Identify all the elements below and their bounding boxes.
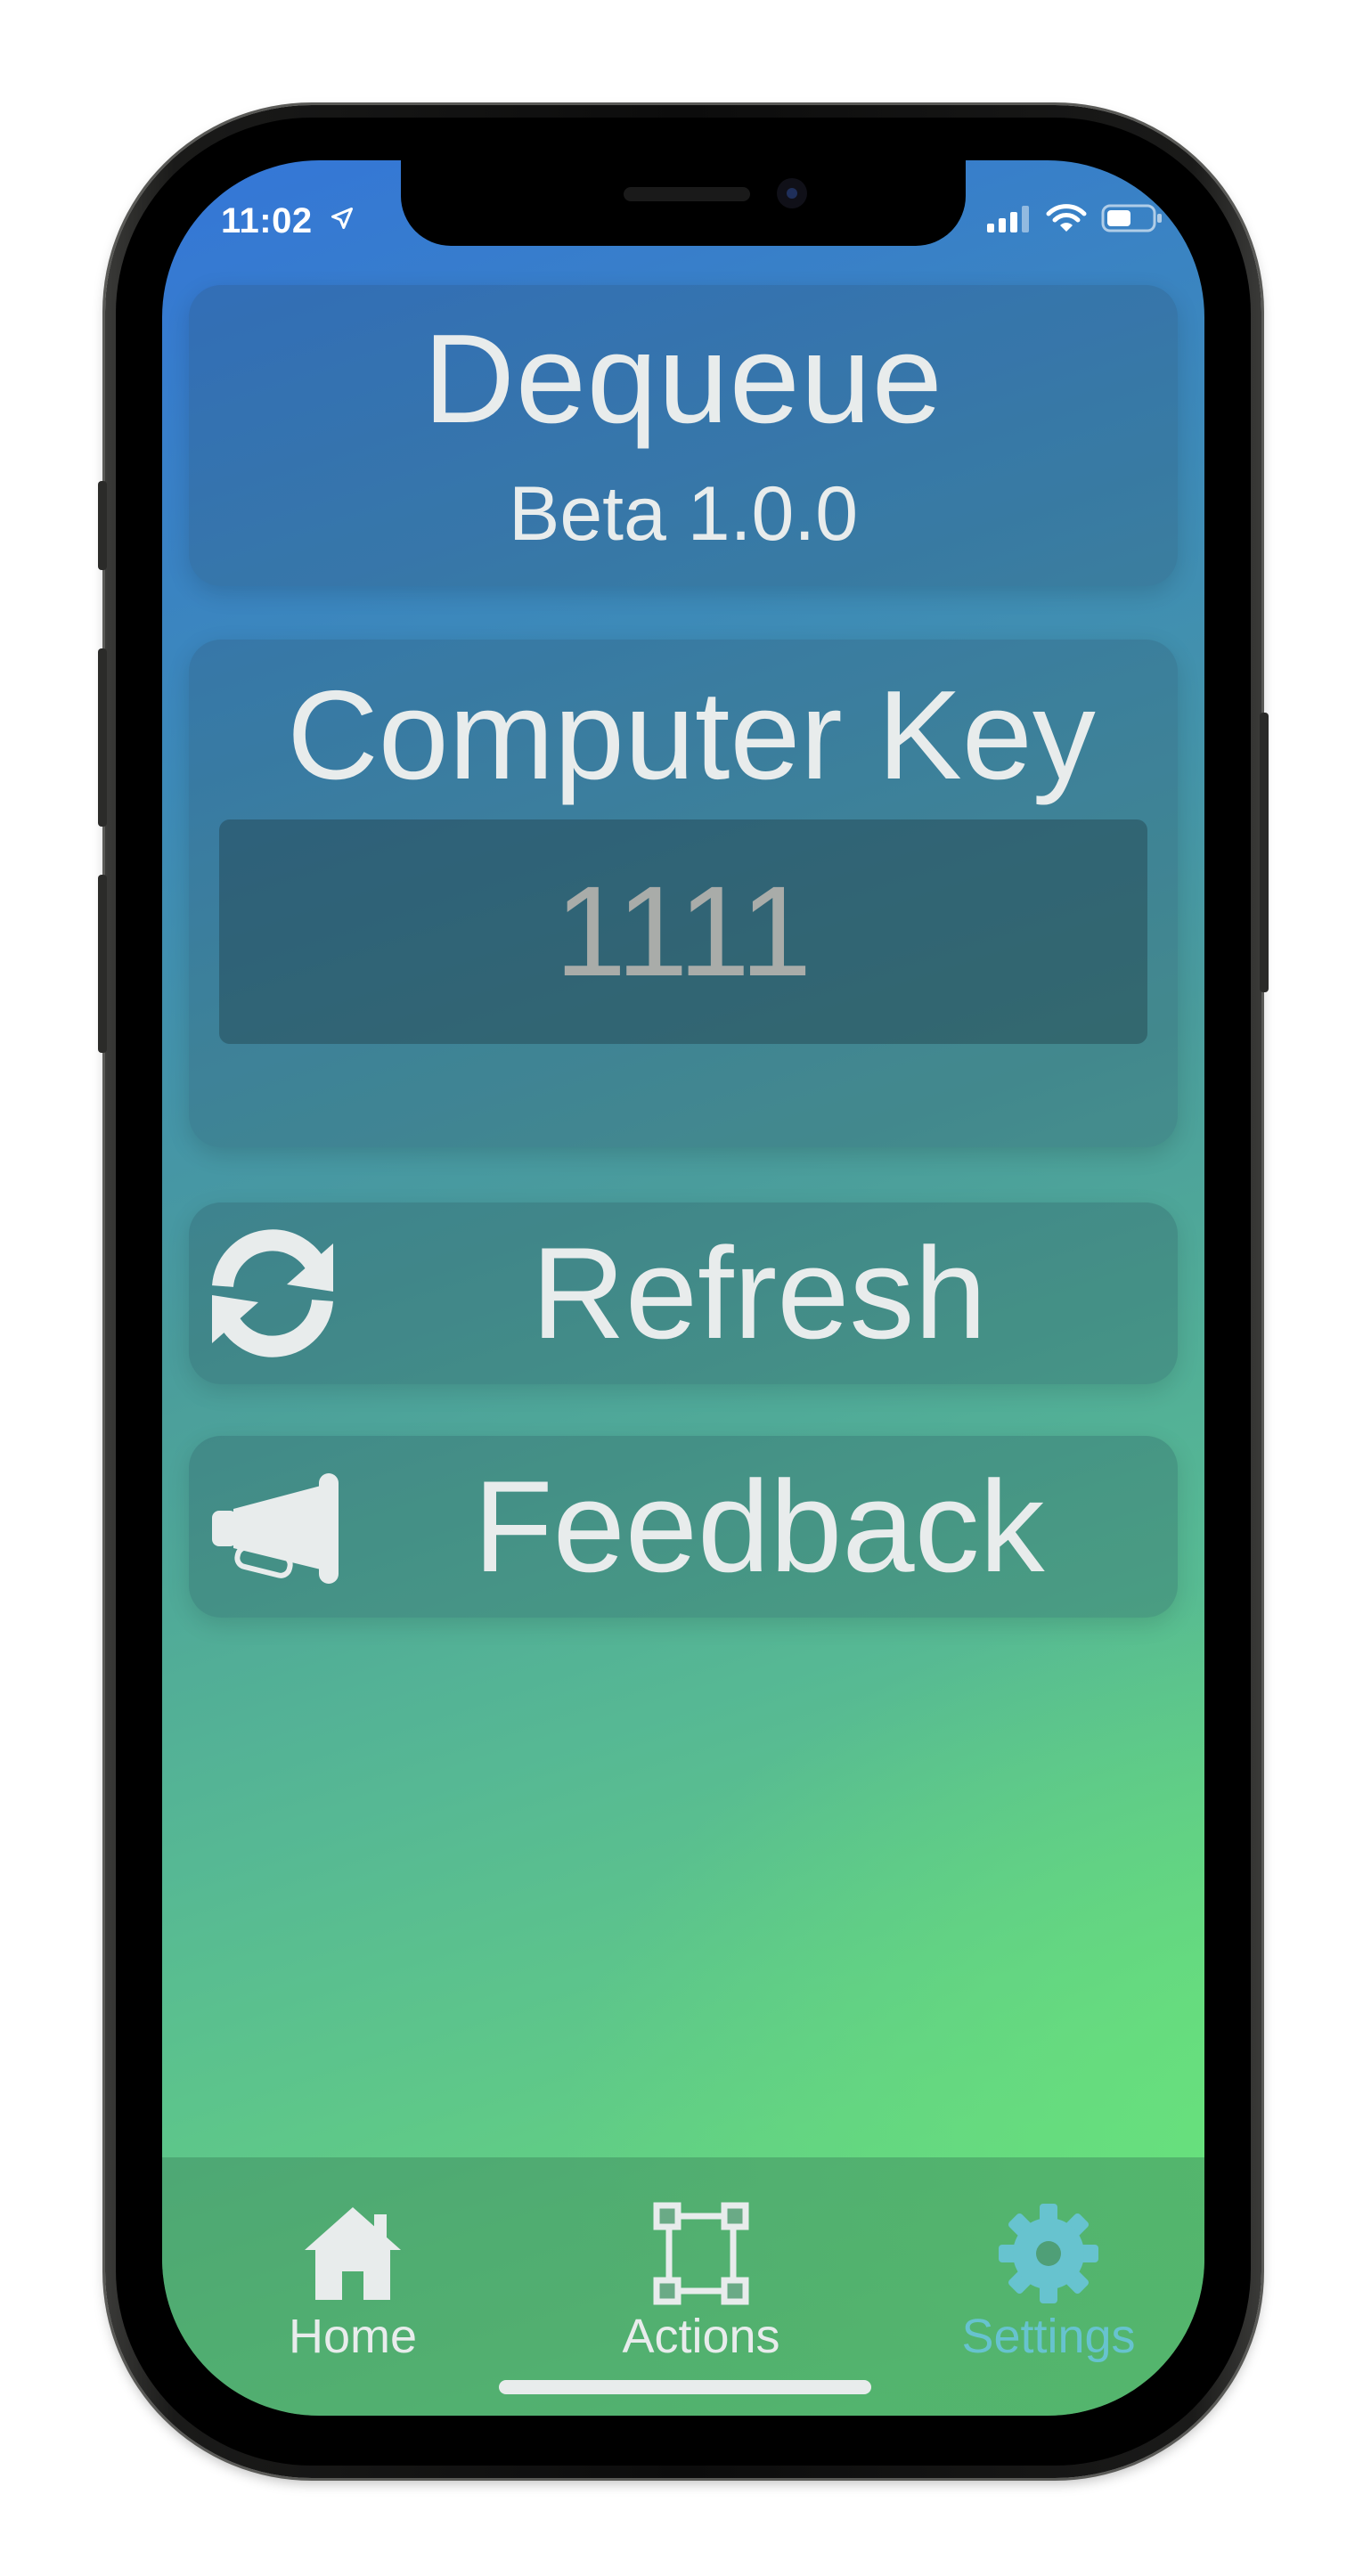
- tab-home[interactable]: Home: [246, 2200, 460, 2378]
- tab-settings[interactable]: Settings: [942, 2200, 1155, 2378]
- refresh-label: Refresh: [531, 1220, 987, 1365]
- screen: 11:02 Dequeue Beta 1.0.0 Computer Key 11…: [162, 160, 1204, 2416]
- front-camera: [777, 178, 807, 208]
- volume-down-button: [98, 875, 107, 1053]
- megaphone-icon: [201, 1455, 344, 1598]
- notch: [401, 160, 966, 246]
- tab-actions[interactable]: Actions: [594, 2200, 808, 2378]
- bounding-box-icon: [653, 2202, 749, 2305]
- battery-icon: [1101, 203, 1163, 238]
- app-version: Beta 1.0.0: [508, 471, 859, 557]
- computer-key-field[interactable]: 1111: [219, 819, 1147, 1044]
- power-button: [1260, 713, 1269, 992]
- cellular-signal-icon: [985, 204, 1032, 237]
- gear-icon: [999, 2204, 1098, 2303]
- volume-up-button: [98, 648, 107, 827]
- tab-home-label: Home: [288, 2310, 418, 2363]
- status-bar-time: 11:02: [221, 200, 355, 241]
- mute-switch: [98, 481, 107, 570]
- wifi-icon: [1046, 203, 1087, 238]
- feedback-label: Feedback: [473, 1454, 1045, 1599]
- refresh-icon: [201, 1222, 344, 1365]
- tab-actions-label: Actions: [622, 2310, 780, 2363]
- tab-settings-label: Settings: [961, 2310, 1136, 2363]
- location-arrow-icon: [330, 200, 355, 240]
- app-title: Dequeue: [423, 308, 943, 450]
- status-icons: [985, 203, 1163, 238]
- home-indicator[interactable]: [499, 2380, 871, 2394]
- computer-key-card: Computer Key 1111: [189, 640, 1178, 1147]
- feedback-button[interactable]: Feedback: [189, 1436, 1178, 1618]
- computer-key-label: Computer Key: [287, 664, 1096, 806]
- refresh-button[interactable]: Refresh: [189, 1202, 1178, 1384]
- status-time-text: 11:02: [221, 201, 313, 240]
- app-header-card: Dequeue Beta 1.0.0: [189, 285, 1178, 586]
- speaker-grille: [624, 187, 750, 201]
- house-icon: [305, 2207, 401, 2300]
- tab-bar: Home Actions Settings: [162, 2157, 1204, 2416]
